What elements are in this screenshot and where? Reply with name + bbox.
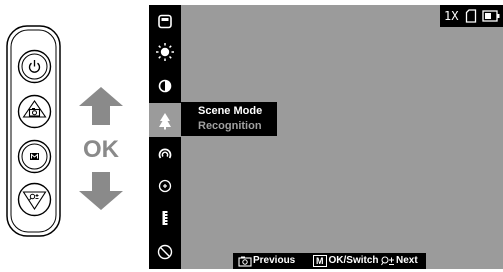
- arrow-down-icon: [78, 172, 124, 210]
- hint-switch-label: OK/Switch: [328, 255, 379, 266]
- menu-item-display[interactable]: [149, 7, 181, 37]
- menu-item-contrast[interactable]: [149, 71, 181, 101]
- status-bar: 1X: [440, 5, 503, 27]
- brightness-icon: [156, 43, 174, 61]
- camera-icon: [238, 256, 252, 267]
- scene-mode-popup: Scene Mode Recognition: [181, 102, 277, 136]
- sd-card-icon: [465, 9, 477, 23]
- hint-next: Next: [380, 253, 418, 269]
- menu-button[interactable]: [17, 139, 52, 174]
- menu-item-disable[interactable]: [149, 237, 181, 267]
- hint-bar: Previous M OK/Switch Next: [233, 253, 426, 269]
- reticle-icon: [158, 179, 172, 193]
- menu-item-scene-mode[interactable]: [149, 103, 181, 137]
- contrast-icon: [158, 79, 172, 93]
- scene-mode-icon: [159, 113, 171, 130]
- camera-button[interactable]: [17, 94, 52, 129]
- disable-icon: [157, 244, 173, 260]
- popup-value[interactable]: Recognition: [198, 120, 262, 133]
- arrow-up-icon: [78, 87, 124, 125]
- battery-icon: [482, 10, 500, 22]
- remote-control: [6, 25, 61, 237]
- calibration-icon: [162, 211, 168, 225]
- display-icon: [158, 14, 172, 29]
- power-button[interactable]: [17, 49, 52, 84]
- device-screen: [149, 5, 503, 269]
- ok-label: OK: [83, 136, 119, 163]
- menu-item-calibration[interactable]: [149, 203, 181, 233]
- menu-bar: [149, 5, 181, 269]
- hint-previous-label: Previous: [253, 255, 296, 266]
- popup-title: Scene Mode: [198, 105, 263, 117]
- hint-previous: Previous: [237, 253, 295, 269]
- palette-icon: [158, 148, 172, 159]
- zoom-icon: [381, 256, 394, 266]
- zoom-button[interactable]: [17, 182, 52, 217]
- menu-item-brightness[interactable]: [149, 37, 181, 67]
- hint-switch: M OK/Switch: [313, 253, 379, 269]
- menu-item-palette[interactable]: [149, 139, 181, 169]
- menu-m-icon: [30, 153, 39, 160]
- menu-item-reticle[interactable]: [149, 171, 181, 201]
- zoom-level: 1X: [444, 9, 459, 23]
- m-key-badge: M: [313, 255, 327, 267]
- hint-next-label: Next: [396, 255, 418, 266]
